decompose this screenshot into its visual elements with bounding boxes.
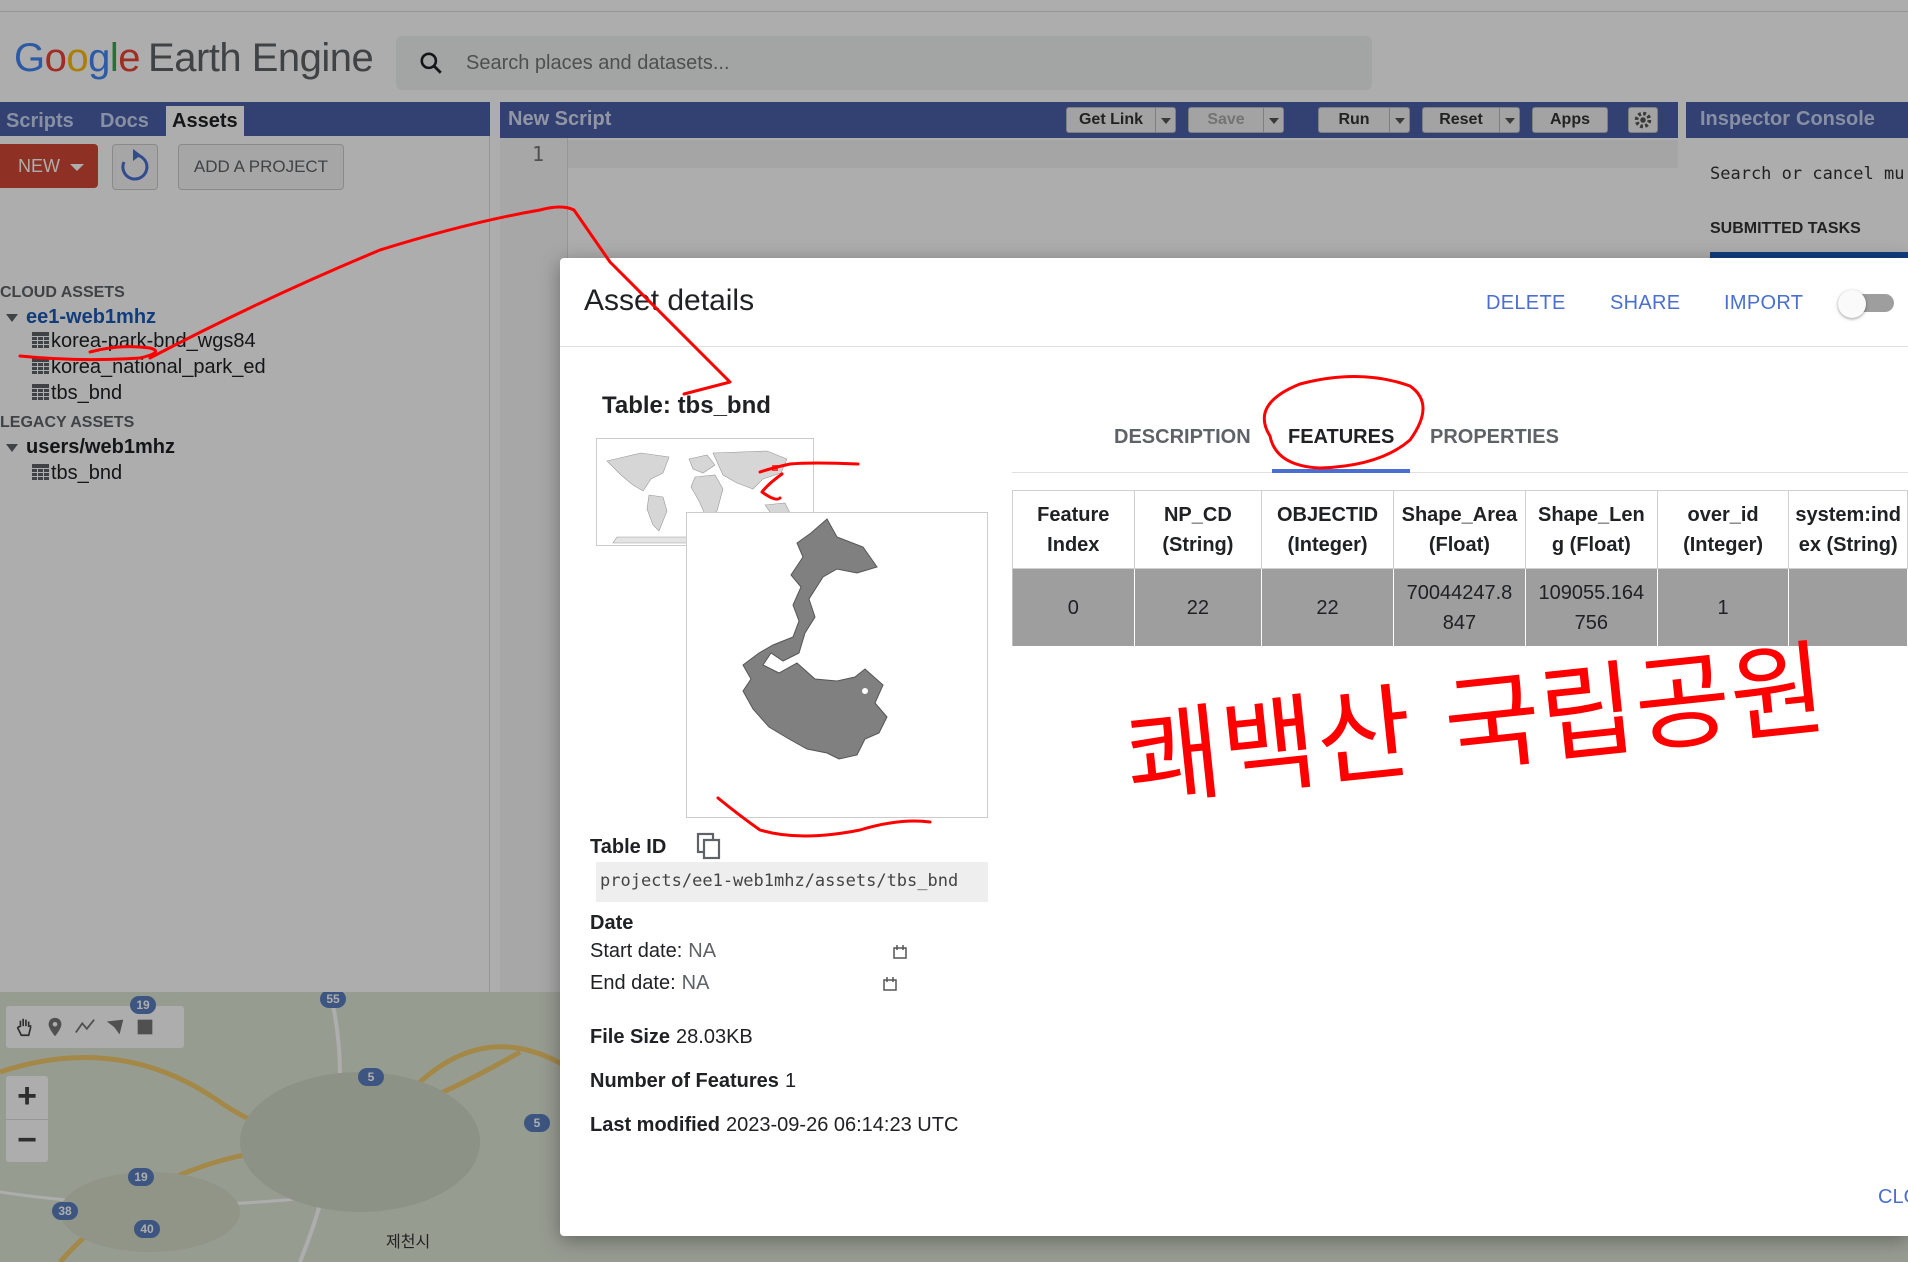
toggle-switch[interactable] [1838,290,1894,318]
table-id-field[interactable]: projects/ee1-web1mhz/assets/tbs_bnd [596,862,988,902]
table-cell [1788,568,1908,647]
park-boundary-shape [742,518,888,760]
calendar-icon[interactable] [882,974,898,994]
tab-divider [1012,472,1908,473]
toggle-knob [1838,290,1866,318]
feature-preview [686,512,988,818]
table-cell: 70044247.8 847 [1392,568,1526,647]
last-modified: Last modified 2023-09-26 06:14:23 UTC [590,1114,959,1136]
calendar-icon[interactable] [892,942,908,962]
column-header[interactable]: NP_CD (String) [1133,490,1263,569]
table-title: Table: tbs_bnd [602,392,771,419]
table-cell: 109055.164 756 [1524,568,1658,647]
delete-button[interactable]: DELETE [1486,292,1566,315]
column-header[interactable]: Feature Index [1012,490,1135,569]
tab-description[interactable]: DESCRIPTION [1114,426,1251,449]
table-row[interactable]: 0 22 22 70044247.8 847 109055.164 756 1 [1012,568,1908,647]
column-header[interactable]: OBJECTID (Integer) [1261,490,1394,569]
start-date: Start date: NA [590,940,717,962]
date-label: Date [590,912,634,934]
asset-details-dialog: Asset details DELETE SHARE IMPORT Table:… [560,258,1908,1236]
end-date: End date: NA [590,972,710,994]
tab-properties[interactable]: PROPERTIES [1430,426,1559,449]
dialog-title: Asset details [584,284,755,317]
column-header[interactable]: Shape_Area (Float) [1392,490,1526,569]
table-cell: 22 [1261,568,1394,647]
copy-icon[interactable] [696,832,722,860]
table-cell: 1 [1656,568,1790,647]
table-id-label: Table ID [590,836,667,858]
earth-engine-app: GoogleEarth Engine Scripts Docs Assets N… [0,0,1908,1262]
column-header[interactable]: over_id (Integer) [1656,490,1790,569]
tab-features[interactable]: FEATURES [1288,426,1394,449]
file-size: File Size 28.03KB [590,1026,753,1048]
active-tab-indicator [1272,469,1410,473]
features-table-body: 0 22 22 70044247.8 847 109055.164 756 1 [1012,568,1908,647]
number-of-features: Number of Features 1 [590,1070,797,1092]
table-cell: 0 [1012,568,1135,647]
share-button[interactable]: SHARE [1610,292,1680,315]
table-cell: 22 [1133,568,1263,647]
import-button[interactable]: IMPORT [1724,292,1803,315]
column-header[interactable]: system:ind ex (String) [1788,490,1908,569]
dialog-divider [560,346,1908,347]
features-table-header: Feature Index NP_CD (String) OBJECTID (Intege… [1012,490,1908,569]
column-header[interactable]: Shape_Len g (Float) [1524,490,1658,569]
close-button[interactable]: CLOSE [1878,1186,1908,1209]
features-table: Feature Index NP_CD (String) OBJECTID (Intege… [1012,490,1908,647]
